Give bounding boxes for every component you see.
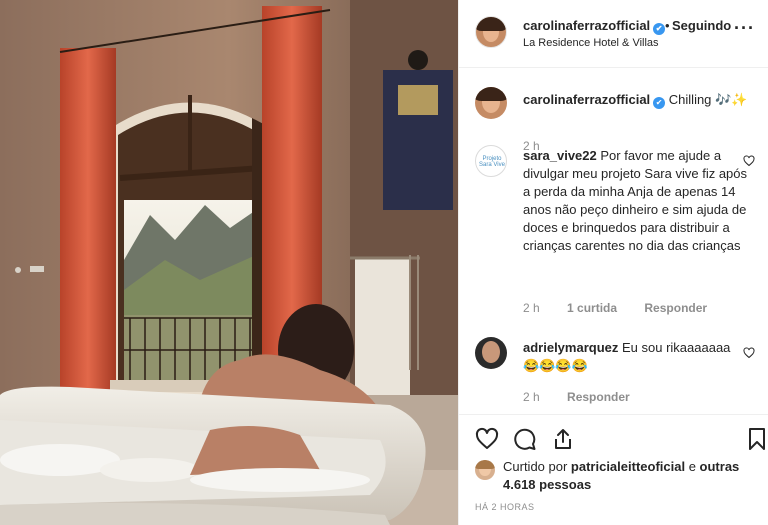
heart-icon[interactable] — [475, 427, 499, 451]
comment-username[interactable]: adrielymarquez — [523, 340, 618, 355]
author-avatar[interactable] — [475, 16, 507, 48]
likes-text: Curtido por patricialeitteoficial e outr… — [503, 458, 753, 494]
caption-comment: carolinaferrazofficial ✔ Chilling 🎶✨ 2 h — [475, 87, 755, 153]
reply-button[interactable]: Responder — [644, 301, 707, 315]
comment-text: carolinaferrazofficial ✔ Chilling 🎶✨ — [523, 91, 751, 109]
comment-icon[interactable] — [513, 427, 537, 451]
avatar-text: Projeto Sara Vive — [479, 156, 505, 168]
verified-badge-icon: ✔ — [653, 23, 666, 35]
comment-text: adrielymarquez Eu sou rikaaaaaaa 😂😂😂😂 — [523, 339, 743, 375]
comment-text: sara_vive22 Por favor me ajude a divulga… — [523, 147, 753, 255]
like-comment-heart-icon[interactable] — [743, 155, 755, 167]
comments-list[interactable]: carolinaferrazofficial ✔ Chilling 🎶✨ 2 h … — [459, 69, 768, 414]
author-username-text[interactable]: carolinaferrazofficial — [523, 18, 650, 33]
verified-badge-icon: ✔ — [653, 97, 666, 109]
share-icon[interactable] — [551, 427, 575, 451]
post-timestamp[interactable]: HÁ 2 HORAS — [475, 502, 535, 512]
comment-item: Projeto Sara Vive sara_vive22 Por favor … — [475, 145, 755, 315]
comment-time[interactable]: 2 h — [523, 390, 540, 404]
comment-avatar[interactable] — [475, 87, 507, 119]
comment-username[interactable]: carolinaferrazofficial — [523, 92, 650, 107]
more-options-icon[interactable]: ··· — [734, 18, 755, 39]
like-comment-heart-icon[interactable] — [743, 347, 755, 359]
post-location[interactable]: La Residence Hotel & Villas — [523, 37, 659, 49]
comment-username[interactable]: sara_vive22 — [523, 148, 597, 163]
likes-conjunction: e — [685, 459, 700, 474]
liker-username[interactable]: patricialeitteoficial — [571, 459, 685, 474]
comment-likes[interactable]: 1 curtida — [567, 301, 617, 315]
bathroom-photo — [0, 0, 458, 525]
comment-avatar[interactable] — [475, 337, 507, 369]
follow-separator: • — [665, 18, 670, 33]
comment-item: adrielymarquez Eu sou rikaaaaaaa 😂😂😂😂 2 … — [475, 337, 755, 407]
comment-meta: 2 h 1 curtida Responder — [523, 301, 731, 315]
liker-avatar[interactable] — [475, 460, 495, 480]
comment-avatar[interactable]: Projeto Sara Vive — [475, 145, 507, 177]
author-username[interactable]: carolinaferrazofficial ✔ — [523, 18, 666, 35]
comment-body: Chilling 🎶✨ — [668, 92, 748, 107]
post-header: carolinaferrazofficial ✔ • Seguindo La Re… — [459, 0, 768, 68]
comment-time[interactable]: 2 h — [523, 301, 540, 315]
reply-button[interactable]: Responder — [567, 390, 630, 404]
action-bar — [459, 414, 768, 464]
post-panel: carolinaferrazofficial ✔ • Seguindo La Re… — [458, 0, 768, 525]
likes-summary: Curtido por patricialeitteoficial e outr… — [475, 458, 755, 494]
comment-body: Por favor me ajude a divulgar meu projet… — [523, 148, 748, 253]
bookmark-icon[interactable] — [745, 427, 768, 451]
comment-meta: 2 h Responder — [523, 390, 654, 404]
likes-prefix: Curtido por — [503, 459, 571, 474]
following-button[interactable]: Seguindo — [672, 18, 731, 33]
post-photo[interactable] — [0, 0, 458, 525]
